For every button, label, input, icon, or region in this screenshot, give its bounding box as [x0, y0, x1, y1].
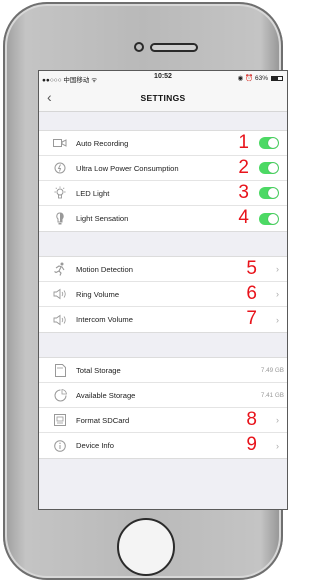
setting-row-intercom-volume[interactable]: Intercom Volume 7 › — [39, 307, 287, 332]
annotation-number: 9 — [246, 434, 257, 455]
earpiece-speaker — [150, 43, 198, 52]
annotation-number: 4 — [238, 207, 249, 228]
battery-text: ◉ ⏰ 63% — [237, 75, 268, 82]
toggle-switch[interactable] — [259, 137, 279, 149]
setting-label: Ultra Low Power Consumption — [76, 163, 179, 173]
setting-label: Format SDCard — [76, 415, 130, 425]
info-icon — [53, 439, 67, 453]
annotation-number: 2 — [238, 157, 249, 178]
status-bar: ●●○○○ 中国移动 ᯤ 10:52 ◉ ⏰ 63% — [39, 71, 287, 85]
settings-group-2: Motion Detection 5 › Ring Volume 6 › Intercom … — [39, 256, 287, 333]
front-camera — [134, 42, 144, 52]
light-sensor-icon — [53, 211, 67, 226]
page-title: SETTINGS — [140, 93, 186, 103]
settings-list: Auto Recording 1 Ultra Low Power Consumpti… — [39, 112, 287, 459]
setting-row-light-sensation[interactable]: Light Sensation 4 — [39, 206, 287, 231]
storage-value: 7.41 GB — [260, 391, 284, 399]
setting-label: Light Sensation — [76, 214, 129, 223]
setting-label: Total Storage — [76, 365, 121, 375]
setting-row-ultra-low-power-consumption[interactable]: Ultra Low Power Consumption 2 — [39, 156, 287, 181]
setting-label: Ring Volume — [76, 289, 120, 299]
setting-label: LED Light — [76, 188, 110, 198]
status-right: ◉ ⏰ 63% — [238, 74, 283, 82]
annotation-number: 7 — [246, 308, 257, 329]
annotation-number: 1 — [238, 132, 249, 153]
running-person-icon — [53, 262, 67, 276]
toggle-switch[interactable] — [259, 162, 279, 174]
setting-row-auto-recording[interactable]: Auto Recording 1 — [39, 131, 287, 156]
setting-label: Device Info — [76, 441, 114, 450]
settings-group-3: Total Storage 7.49 GB Available Storage 7.4… — [39, 357, 287, 459]
toggle-switch[interactable] — [259, 187, 279, 199]
setting-label: Available Storage — [76, 390, 136, 400]
setting-row-ring-volume[interactable]: Ring Volume 6 › — [39, 282, 287, 307]
camera-icon — [53, 136, 67, 150]
setting-row-total-storage: Total Storage 7.49 GB — [39, 358, 287, 383]
setting-label: Motion Detection — [76, 264, 133, 274]
toggle-knob — [268, 163, 278, 173]
pie-chart-icon — [53, 388, 67, 402]
speaker-icon — [53, 313, 67, 327]
section-spacer — [39, 232, 287, 256]
battery-icon — [271, 75, 283, 81]
setting-row-format-sdcard[interactable]: Format SDCard 8 › — [39, 408, 287, 433]
chevron-right-icon: › — [276, 289, 279, 299]
home-button[interactable] — [117, 518, 175, 576]
annotation-number: 5 — [246, 258, 257, 279]
section-spacer — [39, 112, 287, 130]
format-icon — [53, 413, 67, 427]
setting-label: Intercom Volume — [76, 315, 133, 324]
settings-group-1: Auto Recording 1 Ultra Low Power Consumpti… — [39, 130, 287, 232]
power-icon — [53, 161, 67, 175]
chevron-right-icon: › — [276, 264, 279, 274]
setting-row-motion-detection[interactable]: Motion Detection 5 › — [39, 257, 287, 282]
chevron-right-icon: › — [276, 415, 279, 425]
toggle-knob — [268, 213, 278, 224]
toggle-knob — [268, 138, 278, 148]
setting-label: Auto Recording — [76, 138, 129, 148]
chevron-right-icon: › — [276, 314, 279, 325]
navigation-bar: ‹ SETTINGS — [39, 85, 287, 112]
annotation-number: 3 — [238, 182, 249, 203]
toggle-knob — [268, 188, 278, 198]
sd-card-icon — [53, 363, 67, 377]
storage-value: 7.49 GB — [260, 366, 284, 374]
screen: ●●○○○ 中国移动 ᯤ 10:52 ◉ ⏰ 63% ‹ SETTINGS Au… — [38, 70, 288, 510]
chevron-right-icon: › — [276, 440, 279, 451]
toggle-switch[interactable] — [259, 212, 279, 225]
section-spacer — [39, 333, 287, 357]
setting-row-available-storage: Available Storage 7.41 GB — [39, 383, 287, 408]
annotation-number: 6 — [246, 283, 257, 304]
setting-row-led-light[interactable]: LED Light 3 — [39, 181, 287, 206]
bulb-icon — [53, 186, 67, 200]
setting-row-device-info[interactable]: Device Info 9 › — [39, 433, 287, 458]
annotation-number: 8 — [246, 409, 257, 430]
speaker-icon — [53, 287, 67, 301]
